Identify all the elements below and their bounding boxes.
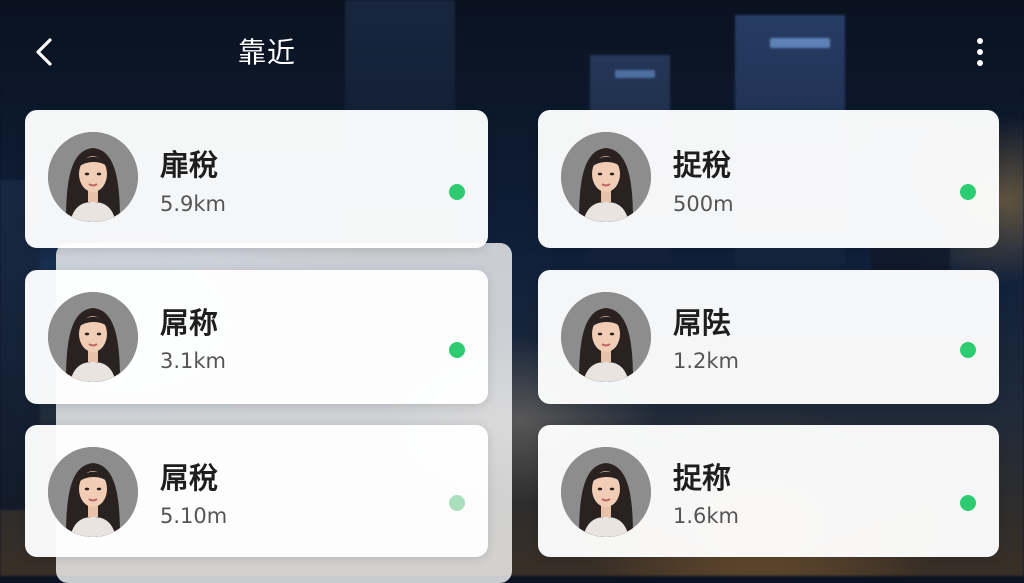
- user-distance: 1.6km: [673, 504, 740, 528]
- user-name: 屌稅: [160, 461, 219, 495]
- online-status-dot: [960, 184, 976, 200]
- user-name: 屌称: [160, 306, 219, 340]
- user-card[interactable]: 扉稅 5.9km: [25, 110, 488, 248]
- user-card[interactable]: 屌阹 1.2km: [538, 270, 999, 404]
- portrait-image: [48, 132, 138, 222]
- avatar[interactable]: [561, 292, 651, 382]
- online-status-dot: [449, 495, 465, 511]
- user-name: 捉称: [673, 461, 732, 495]
- user-name: 捉稅: [673, 148, 732, 182]
- user-name: 屌阹: [673, 306, 732, 340]
- user-card[interactable]: 捉称 1.6km: [538, 425, 999, 557]
- user-distance: 500m: [673, 192, 734, 216]
- online-status-dot: [449, 184, 465, 200]
- avatar[interactable]: [561, 447, 651, 537]
- avatar[interactable]: [48, 132, 138, 222]
- more-vertical-icon: [977, 38, 983, 66]
- portrait-image: [48, 292, 138, 382]
- online-status-dot: [960, 342, 976, 358]
- chevron-left-icon: [36, 38, 52, 66]
- user-name: 扉稅: [160, 148, 219, 182]
- online-status-dot: [449, 342, 465, 358]
- user-card[interactable]: 屌称 3.1km: [25, 270, 488, 404]
- user-distance: 1.2km: [673, 349, 740, 373]
- online-status-dot: [960, 495, 976, 511]
- page-title: 靠近: [238, 36, 297, 69]
- user-card[interactable]: 屌稅 5.10m: [25, 425, 488, 557]
- portrait-image: [561, 447, 651, 537]
- back-button[interactable]: [30, 32, 62, 72]
- more-options-button[interactable]: [968, 34, 992, 70]
- portrait-image: [561, 292, 651, 382]
- user-distance: 5.9km: [160, 192, 227, 216]
- avatar[interactable]: [48, 447, 138, 537]
- user-card[interactable]: 捉稅 500m: [538, 110, 999, 248]
- avatar[interactable]: [48, 292, 138, 382]
- user-distance: 5.10m: [160, 504, 228, 528]
- user-distance: 3.1km: [160, 349, 227, 373]
- avatar[interactable]: [561, 132, 651, 222]
- portrait-image: [561, 132, 651, 222]
- top-bar: 靠近: [0, 0, 1024, 100]
- portrait-image: [48, 447, 138, 537]
